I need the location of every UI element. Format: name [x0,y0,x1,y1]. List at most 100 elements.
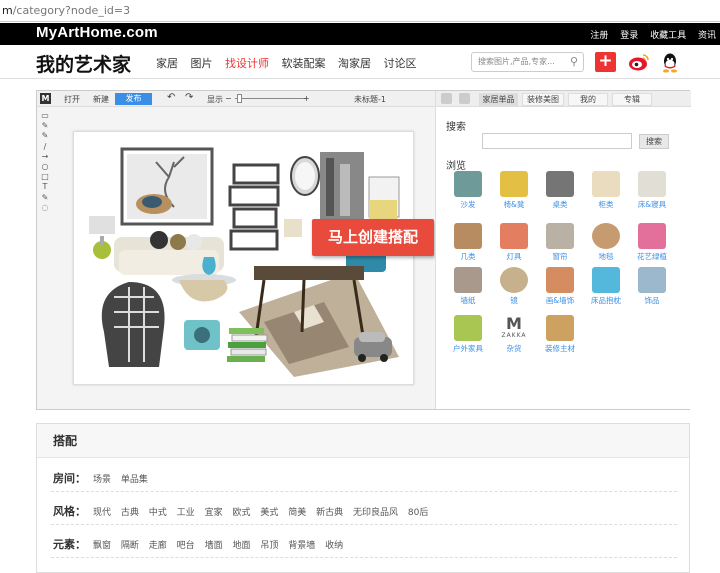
filter-option[interactable]: 背景墙 [288,541,315,551]
category-item[interactable]: 镜 [496,267,532,306]
category-item[interactable]: 几类 [450,223,486,262]
zoom-in-button[interactable]: + [303,94,310,103]
filter-option[interactable]: 宜家 [205,508,223,518]
nav-item-pictures[interactable]: 图片 [191,57,213,70]
nav-item-soft-decor[interactable]: 软装配案 [282,57,326,70]
open-button[interactable]: 打开 [64,94,80,105]
curtain-icon [546,223,574,249]
address-bar[interactable]: m/category?node_id=3 [0,0,720,22]
nav-item-home[interactable]: 家居 [156,57,178,70]
filter-option[interactable]: 80后 [408,508,428,518]
filter-option[interactable]: 场景 [93,475,111,485]
category-item[interactable]: 窗帘 [542,223,578,262]
nav-item-find-designer[interactable]: 找设计师 [225,57,269,70]
eyedropper-tool-icon[interactable]: ✎ [40,193,50,203]
filter-option[interactable]: 工业 [177,508,195,518]
filter-option[interactable]: 隔断 [121,541,139,551]
filter-option[interactable]: 简美 [288,508,306,518]
bookmark-tool-link[interactable]: 收藏工具 [650,31,686,41]
undo-icon[interactable]: ↶ [167,92,175,103]
panel-refresh-icon[interactable] [459,93,470,104]
category-item[interactable]: 沙发 [450,171,486,210]
filter-option[interactable]: 现代 [93,508,111,518]
filter-option[interactable]: 吊顶 [260,541,278,551]
filter-option[interactable]: 收纳 [325,541,343,551]
collage-image [89,147,400,377]
filter-option[interactable]: 中式 [149,508,167,518]
weibo-icon[interactable] [628,53,650,71]
qq-icon[interactable] [661,52,679,73]
cabinet-icon [592,171,620,197]
text-tool-icon[interactable]: T [40,182,50,192]
panel-add-icon[interactable] [441,93,452,104]
tab-albums[interactable]: 专辑 [612,93,652,106]
filter-option[interactable]: 地面 [232,541,250,551]
tab-home-items[interactable]: 家居单品 [479,93,518,106]
register-link[interactable]: 注册 [590,31,608,41]
category-item[interactable]: 地毯 [588,223,624,262]
umbrella-icon [454,315,482,341]
filter-option[interactable]: 单品集 [121,475,148,485]
zoom-slider[interactable] [235,98,307,99]
filter-option[interactable]: 新古典 [316,508,343,518]
line-tool-icon[interactable]: ∕ [40,142,50,152]
category-item[interactable]: 桌类 [542,171,578,210]
category-item[interactable]: 椅&凳 [496,171,532,210]
filter-option[interactable]: 古典 [121,508,139,518]
item-search-input[interactable] [482,133,632,149]
category-label: 花艺绿植 [637,252,667,261]
item-browser-panel: 家居单品 装修美图 我的 专辑 搜索 搜索 浏览 沙发 椅&凳 桌类 柜类 床&寝具 几类… [435,91,691,409]
bed-icon [638,171,666,197]
create-collage-button[interactable]: 马上创建搭配 [312,219,434,256]
category-item[interactable]: 灯具 [496,223,532,262]
filter-option[interactable]: 飘窗 [93,541,111,551]
item-search-button[interactable]: 搜索 [639,134,669,149]
news-link[interactable]: 资讯 [698,31,716,41]
category-item[interactable]: 户外家具 [450,315,486,354]
nav-item-forum[interactable]: 讨论区 [384,57,417,70]
moodboard-editor: M 打开 新建 发布 ↶ ↷ 显示 − + 未标题-1 ▭ ✎ ✎ ∕ → ○ … [36,90,691,410]
select-tool-icon[interactable]: ▭ [40,111,50,121]
ellipse-tool-icon[interactable]: ○ [40,162,50,172]
site-brand[interactable]: MyArtHome.com [36,24,158,41]
filter-option[interactable]: 走廊 [149,541,167,551]
tab-decor-photos[interactable]: 装修美图 [522,93,564,106]
category-item[interactable]: 饰品 [634,267,670,306]
zoom-slider-handle[interactable] [237,94,242,103]
filter-option[interactable]: 欧式 [232,508,250,518]
search-icon[interactable]: ⚲ [570,53,578,71]
arrow-tool-icon[interactable]: → [40,152,50,162]
category-item[interactable]: 床&寝具 [634,171,670,210]
filter-values-room: 场景 单品集 [93,472,155,485]
login-link[interactable]: 登录 [620,31,638,41]
category-label: 墙纸 [460,296,476,305]
category-item[interactable]: 墙纸 [450,267,486,306]
category-item[interactable]: 装修主材 [542,315,578,354]
publish-button[interactable]: 发布 [115,93,152,105]
redo-icon[interactable]: ↷ [185,92,193,103]
nav-item-shop[interactable]: 淘家居 [338,57,371,70]
filter-key-room: 房间： [53,472,86,485]
zoom-out-button[interactable]: − [225,94,232,103]
category-item[interactable]: 画&墙饰 [542,267,578,306]
category-item[interactable]: 柜类 [588,171,624,210]
category-label: 镜 [510,296,518,305]
collage-canvas[interactable] [73,131,414,385]
filter-values-element: 飘窗 隔断 走廊 吧台 墙面 地面 吊顶 背景墙 收纳 [93,538,350,551]
tab-mine[interactable]: 我的 [568,93,608,106]
category-item[interactable]: M ZAKKA 杂货 [496,315,532,354]
new-button[interactable]: 新建 [93,94,109,105]
rect-tool-icon[interactable]: □ [40,172,50,182]
category-item[interactable]: 床品抱枕 [588,267,624,306]
add-button[interactable]: + [595,52,616,72]
category-item[interactable]: 花艺绿植 [634,223,670,262]
filter-option[interactable]: 吧台 [177,541,195,551]
filter-option[interactable]: 美式 [260,508,278,518]
fill-tool-icon[interactable]: ◌ [40,203,50,213]
site-logo[interactable]: 我的艺术家 [36,50,131,77]
search-input[interactable]: 搜索图片,产品,专家... ⚲ [471,52,584,72]
filter-option[interactable]: 无印良品风 [353,508,398,518]
filter-option[interactable]: 墙面 [205,541,223,551]
pen-tool-icon[interactable]: ✎ [40,121,50,131]
pencil-tool-icon[interactable]: ✎ [40,131,50,141]
